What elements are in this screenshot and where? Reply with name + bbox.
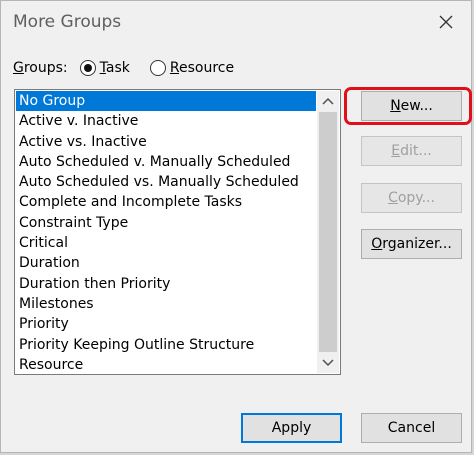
copy-button-label: Copy...: [388, 190, 435, 206]
list-item[interactable]: Priority Keeping Outline Structure: [16, 335, 316, 355]
radio-selected-dot: [83, 64, 92, 72]
list-item[interactable]: No Group: [16, 91, 316, 112]
copy-button[interactable]: Copy...: [361, 183, 462, 213]
scroll-up-button[interactable]: [317, 91, 339, 111]
organizer-button-label: Organizer...: [371, 236, 452, 252]
radio-resource-circle[interactable]: [149, 60, 166, 76]
radio-resource[interactable]: Resource: [149, 60, 235, 76]
scroll-down-button[interactable]: [317, 353, 339, 373]
close-icon: [439, 15, 453, 29]
list-item[interactable]: Auto Scheduled vs. Manually Scheduled: [16, 172, 316, 192]
list-item[interactable]: Complete and Incomplete Tasks: [16, 192, 316, 212]
chevron-down-icon: [322, 359, 334, 367]
list-item[interactable]: Duration then Priority: [16, 274, 316, 294]
list-item[interactable]: Milestones: [16, 294, 316, 314]
radio-task-circle[interactable]: [79, 60, 96, 76]
groups-listbox[interactable]: No Group Active v. Inactive Active vs. I…: [14, 89, 341, 375]
groups-radio-row: Groups: Task Resource: [13, 60, 254, 76]
apply-button[interactable]: Apply: [241, 413, 342, 443]
list-item[interactable]: Resource: [16, 355, 316, 375]
edit-button[interactable]: Edit...: [361, 136, 462, 166]
list-item[interactable]: Priority: [16, 314, 316, 334]
list-item[interactable]: Active v. Inactive: [16, 111, 316, 131]
list-item[interactable]: Auto Scheduled v. Manually Scheduled: [16, 152, 316, 172]
scrollbar-thumb[interactable]: [319, 112, 337, 352]
list-item[interactable]: Constraint Type: [16, 213, 316, 233]
dialog-title: More Groups: [13, 12, 122, 32]
radio-task-label: Task: [99, 60, 130, 76]
list-scrollbar[interactable]: [317, 91, 339, 373]
edit-button-label: Edit...: [391, 143, 432, 159]
radio-resource-label: Resource: [169, 60, 235, 76]
highlight-annotation: [344, 87, 472, 125]
cancel-button[interactable]: Cancel: [361, 413, 462, 443]
organizer-button[interactable]: Organizer...: [361, 229, 462, 259]
close-button[interactable]: [435, 11, 457, 33]
more-groups-dialog: More Groups Groups: Task Resource No Gro…: [0, 0, 472, 453]
radio-task[interactable]: Task: [79, 60, 130, 76]
list-item[interactable]: Duration: [16, 253, 316, 273]
chevron-up-icon: [322, 97, 334, 105]
list-item[interactable]: Active vs. Inactive: [16, 132, 316, 152]
groups-label: Groups:: [13, 60, 68, 76]
groups-list: No Group Active v. Inactive Active vs. I…: [16, 91, 316, 375]
list-item[interactable]: Critical: [16, 233, 316, 253]
